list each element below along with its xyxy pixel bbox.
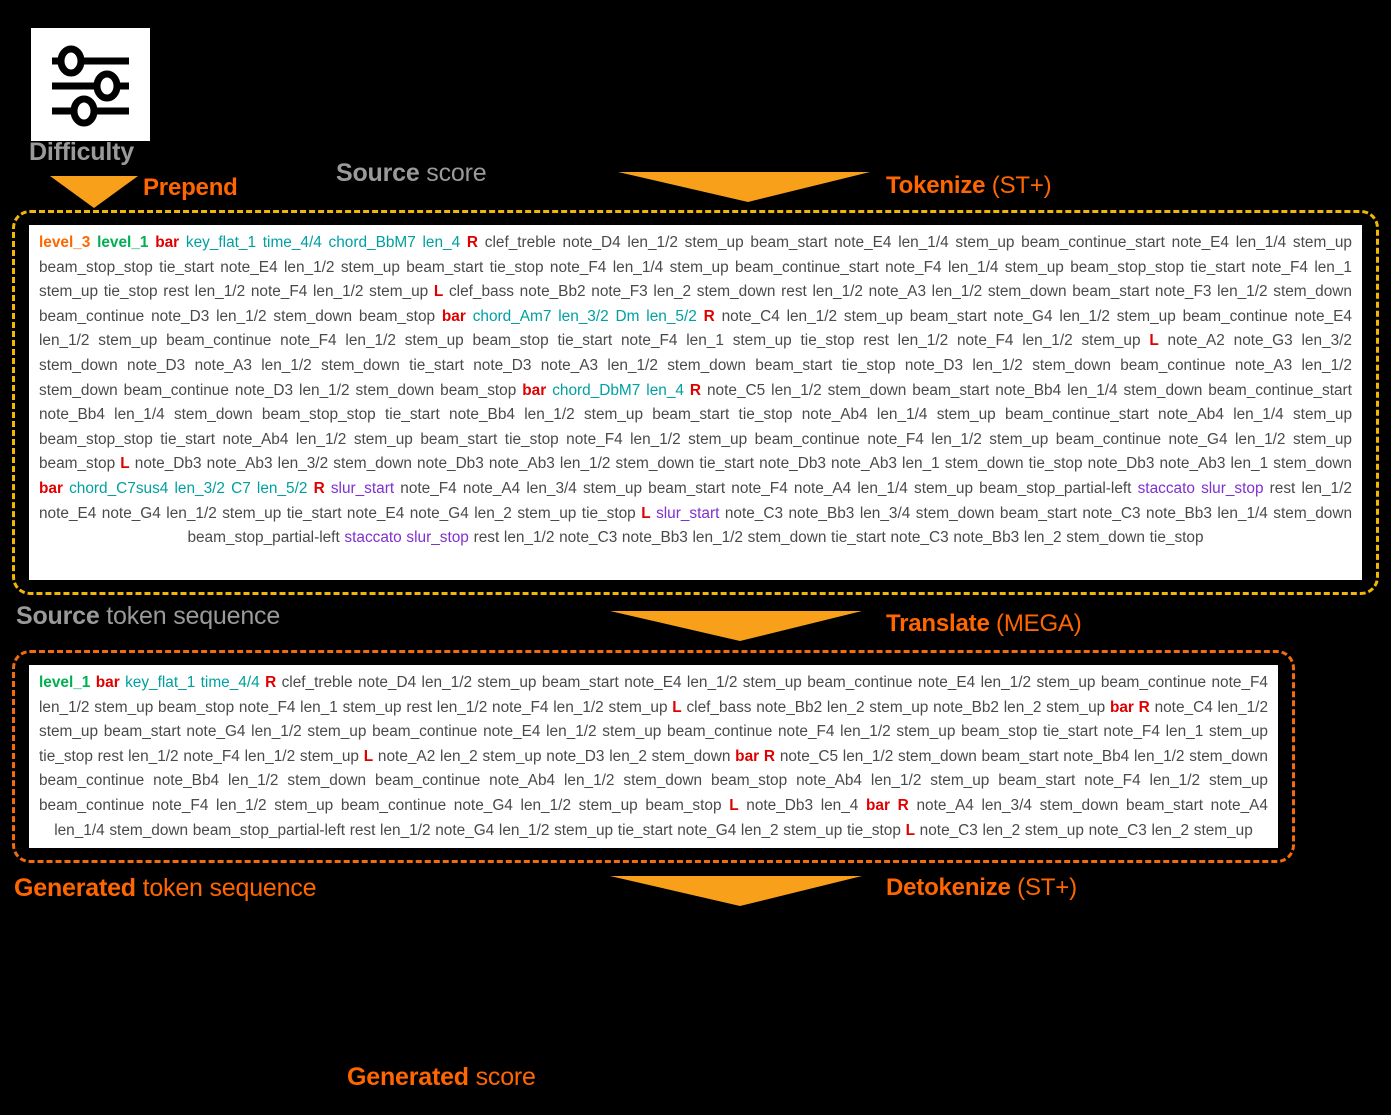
source-score-label-rest: score: [419, 159, 487, 187]
token-run: staccato slur_stop: [1137, 479, 1264, 497]
translate-label-rest: (MEGA): [989, 610, 1082, 637]
token-run: R: [703, 307, 715, 325]
tokenize-arrow: [618, 170, 870, 202]
token-run: key_flat_1 time_4/4: [125, 674, 260, 691]
tokenize-label: Tokenize (ST+): [886, 172, 1052, 200]
detokenize-label: Detokenize (ST+): [886, 874, 1077, 902]
source-token-sequence-label-bold: Source: [16, 602, 100, 630]
token-run: bar: [1109, 698, 1134, 716]
token-run: L: [729, 796, 739, 814]
token-run: R: [689, 381, 702, 399]
token-run: L: [905, 821, 915, 839]
generated-token-sequence-label-rest: token sequence: [135, 874, 317, 902]
token-run: level_3: [39, 234, 91, 251]
sliders-icon: [31, 28, 150, 141]
token-run: L: [641, 504, 651, 522]
token-run: key_flat_1 time_4/4 chord_BbM7 len_4: [185, 234, 461, 251]
difficulty-label: Difficulty: [29, 138, 134, 166]
token-run: R: [466, 234, 479, 251]
token-run: L: [120, 455, 130, 473]
token-run: R: [265, 674, 277, 691]
tokenize-label-rest: (ST+): [985, 172, 1052, 199]
generated-score-label-bold: Generated: [347, 1063, 469, 1091]
generated-token-sequence-label: Generated token sequence: [14, 874, 317, 903]
generated-token-sequence-label-bold: Generated: [14, 874, 136, 902]
source-token-sequence-panel: level_3 level_1 bar key_flat_1 time_4/4 …: [29, 225, 1362, 580]
generated-token-sequence-text: level_1 bar key_flat_1 time_4/4 R clef_t…: [29, 665, 1278, 847]
source-score-label: Source score: [336, 159, 487, 188]
token-run: bar: [95, 674, 120, 691]
token-run: note_Db3 note_Ab3 len_3/2 stem_down note…: [134, 455, 1352, 473]
source-token-sequence-text: level_3 level_1 bar key_flat_1 time_4/4 …: [29, 225, 1362, 555]
diagram-canvas: Difficulty Prepend Source score Tokenize…: [0, 0, 1391, 1115]
token-run: bar: [735, 747, 760, 765]
token-run: R: [763, 747, 776, 765]
token-run: bar: [522, 381, 547, 399]
token-run: note_F4 note_A4 len_3/4 stem_up beam_sta…: [400, 479, 1132, 497]
token-run: chord_C7sus4 len_3/2 C7 len_5/2: [69, 479, 308, 497]
token-run: note_A2 len_2 stem_up note_D3 len_2 stem…: [377, 747, 731, 765]
prepend-label: Prepend: [143, 174, 238, 202]
token-run: R: [1138, 698, 1150, 716]
token-run: bar: [441, 307, 466, 325]
token-run: rest len_1/2 note_C3 note_Bb3 len_1/2 st…: [473, 529, 1204, 547]
token-run: level_1: [97, 234, 149, 251]
translate-label-bold: Translate: [886, 610, 990, 637]
token-run: note_C3 len_2 stem_up note_C3 len_2 stem…: [919, 821, 1253, 839]
prepend-label-bold: Prepend: [143, 174, 238, 201]
token-run: R: [313, 479, 325, 497]
source-token-sequence-box: level_3 level_1 bar key_flat_1 time_4/4 …: [12, 210, 1379, 595]
prepend-arrow: [50, 174, 138, 208]
detokenize-arrow: [610, 874, 862, 906]
token-run: level_1: [39, 674, 91, 691]
token-run: R: [897, 796, 909, 814]
source-token-sequence-label: Source token sequence: [16, 602, 280, 631]
token-run: clef_bass note_Bb2 len_2 stem_up note_Bb…: [686, 698, 1106, 716]
token-run: L: [672, 698, 682, 716]
token-run: bar: [39, 479, 63, 497]
token-run: chord_Am7 len_3/2 Dm len_5/2: [472, 307, 697, 325]
detokenize-label-rest: (ST+): [1010, 874, 1077, 901]
token-run: bar: [155, 234, 180, 251]
token-run: L: [363, 747, 374, 765]
translate-arrow: [610, 609, 862, 641]
generated-token-sequence-panel: level_1 bar key_flat_1 time_4/4 R clef_t…: [29, 665, 1278, 848]
detokenize-label-bold: Detokenize: [886, 874, 1011, 901]
token-run: bar: [866, 796, 890, 814]
source-score-label-bold: Source: [336, 159, 420, 187]
source-token-sequence-label-rest: token sequence: [99, 602, 281, 630]
token-run: slur_start: [330, 479, 395, 497]
token-run: note_Db3 len_4: [746, 796, 859, 814]
token-run: slur_start: [656, 504, 720, 522]
token-run: L: [1149, 332, 1159, 350]
token-run: L: [433, 283, 444, 301]
tokenize-label-bold: Tokenize: [886, 172, 986, 199]
generated-score-label-rest: score: [468, 1063, 536, 1091]
generated-token-sequence-box: level_1 bar key_flat_1 time_4/4 R clef_t…: [12, 650, 1295, 863]
translate-label: Translate (MEGA): [886, 610, 1082, 638]
token-run: chord_DbM7 len_4: [552, 381, 684, 399]
generated-score-label: Generated score: [347, 1063, 536, 1092]
token-run: staccato slur_stop: [344, 529, 469, 547]
